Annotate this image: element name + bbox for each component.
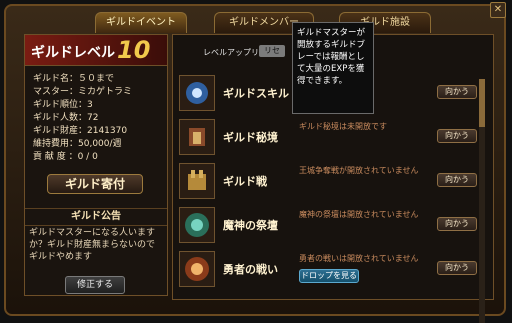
edit-notice-button[interactable]: 修正する — [65, 276, 125, 294]
guild-level-value: 10 — [117, 36, 151, 64]
guild-info-row: マスター：ミカゲトラミ — [33, 87, 133, 97]
go-button[interactable]: 向かう — [437, 129, 477, 143]
hero-battle-icon — [179, 251, 215, 287]
guild-notice-title: ギルド公告 — [25, 208, 167, 226]
event-name: ギルド戦 — [223, 175, 267, 188]
view-drops-button[interactable]: ドロップを見る — [299, 269, 359, 283]
event-row: 勇者の戦い 勇者の戦いは開放されていません ドロップを見る 向かう — [179, 251, 489, 287]
event-description: 王城争奪戦が開放されていません — [299, 166, 419, 175]
event-description: 勇者の戦いは開放されていません — [299, 254, 419, 263]
guild-info-row: ギルド財産：2141370 — [33, 126, 128, 136]
event-name: ギルドスキル — [223, 87, 289, 100]
go-button[interactable]: 向かう — [437, 261, 477, 275]
go-button[interactable]: 向かう — [437, 217, 477, 231]
event-description: 魔神の祭壇は開放されていません — [299, 210, 419, 219]
scroll-thumb[interactable] — [479, 79, 485, 127]
event-name: 勇者の戦い — [223, 263, 278, 276]
guild-donate-button[interactable]: ギルド寄付 — [47, 174, 143, 194]
guild-info-row: 維持費用：50,000/週 — [33, 139, 122, 149]
reset-button[interactable]: リセ — [259, 45, 285, 57]
scrollbar[interactable] — [479, 79, 485, 323]
guild-info-row: ギルド名：５０まで — [33, 74, 115, 84]
guild-level-banner: ギルドレベル 10 — [25, 35, 167, 66]
go-button[interactable]: 向かう — [437, 173, 477, 187]
guild-info-row: ギルド人数：72 — [33, 113, 99, 123]
event-name: ギルド秘境 — [223, 131, 278, 144]
tooltip: ギルドマスターが開放するギルドブレーでは報酬として大量のEXPを獲得できます。 — [292, 22, 374, 114]
guild-secret-icon — [179, 119, 215, 155]
close-icon[interactable]: ✕ — [490, 2, 506, 18]
tab-guild-event[interactable]: ギルドイベント — [95, 12, 187, 33]
event-description: ギルド秘境は未開放です — [299, 122, 387, 131]
guild-info-row: 貢 献 度 ：0 / 0 — [33, 152, 98, 162]
guild-notice-text: ギルドマスターになる人います か？ギルド財産無まらないのでギルドやめます — [29, 228, 156, 262]
go-button[interactable]: 向かう — [437, 85, 477, 99]
guild-skill-icon — [179, 75, 215, 111]
guild-war-icon — [179, 163, 215, 199]
guild-level-label: ギルドレベル — [31, 45, 115, 61]
guild-info-panel: ギルドレベル 10 ギルド名：５０まで マスター：ミカゲトラミ ギルド順位：3 … — [24, 34, 168, 296]
guild-info-list: ギルド名：５０まで マスター：ミカゲトラミ ギルド順位：3 ギルド人数：72 ギ… — [33, 73, 161, 164]
event-name: 魔神の祭壇 — [223, 219, 278, 232]
demon-altar-icon — [179, 207, 215, 243]
event-row: ギルド戦 王城争奪戦が開放されていません 向かう — [179, 163, 489, 199]
event-row: 魔神の祭壇 魔神の祭壇は開放されていません 向かう — [179, 207, 489, 243]
guild-info-row: ギルド順位：3 — [33, 100, 93, 110]
event-row: ギルド秘境 ギルド秘境は未開放です 向かう — [179, 119, 489, 155]
